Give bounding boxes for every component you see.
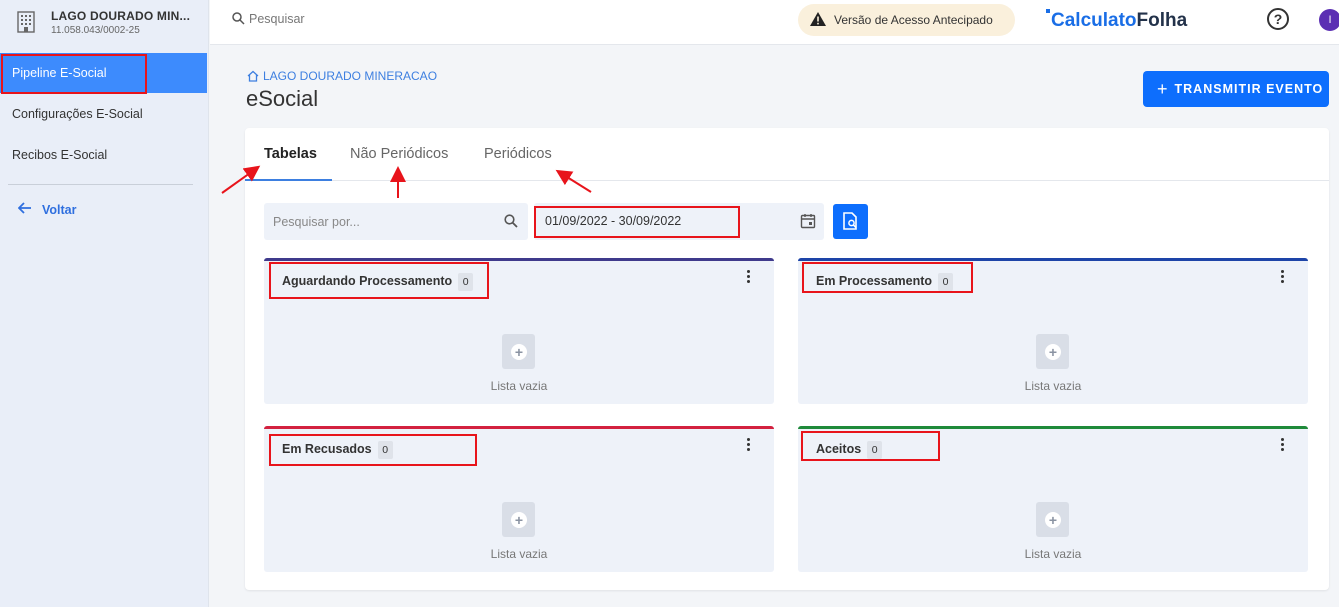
sidebar-item-configuracoes[interactable]: Configurações E-Social <box>0 94 207 134</box>
plus-icon: + <box>1045 512 1061 528</box>
empty-list-label: Lista vazia <box>1024 547 1082 561</box>
transmit-event-button[interactable]: + TRANSMITIR EVENTO <box>1143 71 1329 107</box>
search-input-placeholder: Pesquisar por... <box>273 215 360 229</box>
early-access-badge: Versão de Acesso Antecipado <box>798 4 1015 36</box>
document-search-icon <box>843 212 857 230</box>
annotation-box-em-processamento <box>802 262 973 293</box>
tab-nao-periodicos[interactable]: Não Periódicos <box>350 146 448 162</box>
early-access-label: Versão de Acesso Antecipado <box>834 13 993 27</box>
home-icon <box>247 70 259 82</box>
search-input[interactable]: Pesquisar por... <box>264 203 528 240</box>
add-card-button[interactable]: + <box>502 502 535 537</box>
help-icon[interactable]: ? <box>1267 8 1289 30</box>
add-card-button[interactable]: + <box>1036 334 1069 369</box>
more-vertical-icon[interactable] <box>746 270 752 285</box>
tab-bar: Tabelas Não Periódicos Periódicos <box>245 128 1329 181</box>
annotation-box-date-range <box>534 206 740 238</box>
global-search[interactable]: Pesquisar <box>232 12 305 26</box>
brand-part1: Calculato <box>1051 10 1137 31</box>
company-cnpj: 11.058.043/0002-25 <box>51 25 140 36</box>
search-icon <box>232 12 245 25</box>
plus-icon: + <box>1045 344 1061 360</box>
brand-part2: Folha <box>1136 10 1188 31</box>
column-color-bar <box>798 258 1308 261</box>
search-icon <box>504 214 518 228</box>
avatar[interactable]: I <box>1319 9 1339 31</box>
plus-icon: + <box>1157 79 1169 99</box>
annotation-box-aguardando <box>269 262 489 299</box>
annotation-box-pipeline <box>1 54 147 94</box>
brand-logo[interactable]: CalculatoFolha <box>1046 9 1188 32</box>
empty-list-label: Lista vazia <box>490 547 548 561</box>
back-link[interactable]: Voltar <box>18 202 77 217</box>
back-label: Voltar <box>42 203 77 217</box>
global-search-placeholder: Pesquisar <box>249 12 305 26</box>
tab-tabelas[interactable]: Tabelas <box>264 146 317 162</box>
app-root: LAGO DOURADO MIN... 11.058.043/0002-25 P… <box>0 0 1339 607</box>
warning-icon <box>810 12 826 26</box>
company-name: LAGO DOURADO MIN... <box>51 9 191 23</box>
add-card-button[interactable]: + <box>1036 502 1069 537</box>
transmit-event-label: TRANSMITIR EVENTO <box>1174 82 1324 96</box>
sidebar-divider <box>8 184 193 185</box>
more-vertical-icon[interactable] <box>1280 438 1286 453</box>
plus-icon: + <box>511 512 527 528</box>
topbar: Pesquisar Versão de Acesso Antecipado Ca… <box>210 0 1339 45</box>
pipeline-card: Tabelas Não Periódicos Periódicos Pesqui… <box>245 128 1329 590</box>
annotation-box-aceitos <box>801 431 940 461</box>
building-icon <box>17 11 35 33</box>
breadcrumb[interactable]: LAGO DOURADO MINERACAO <box>247 69 437 83</box>
more-vertical-icon[interactable] <box>746 438 752 453</box>
more-vertical-icon[interactable] <box>1280 270 1286 285</box>
empty-list-label: Lista vazia <box>490 379 548 393</box>
arrow-left-icon <box>18 202 31 214</box>
empty-list-label: Lista vazia <box>1024 379 1082 393</box>
column-color-bar <box>264 426 774 429</box>
tab-periodicos[interactable]: Periódicos <box>484 146 552 162</box>
column-color-bar <box>798 426 1308 429</box>
annotation-box-recusados <box>269 434 477 466</box>
page-title: eSocial <box>246 86 319 111</box>
plus-icon: + <box>511 344 527 360</box>
sidebar-item-recibos[interactable]: Recibos E-Social <box>0 135 207 175</box>
calendar-icon[interactable] <box>800 213 816 229</box>
add-card-button[interactable]: + <box>502 334 535 369</box>
column-color-bar <box>264 258 774 261</box>
active-tab-indicator <box>245 179 332 181</box>
breadcrumb-label: LAGO DOURADO MINERACAO <box>263 69 438 83</box>
brand-mark-icon <box>1046 9 1050 13</box>
report-button[interactable] <box>833 204 868 239</box>
company-header[interactable]: LAGO DOURADO MIN... 11.058.043/0002-25 <box>0 0 209 44</box>
